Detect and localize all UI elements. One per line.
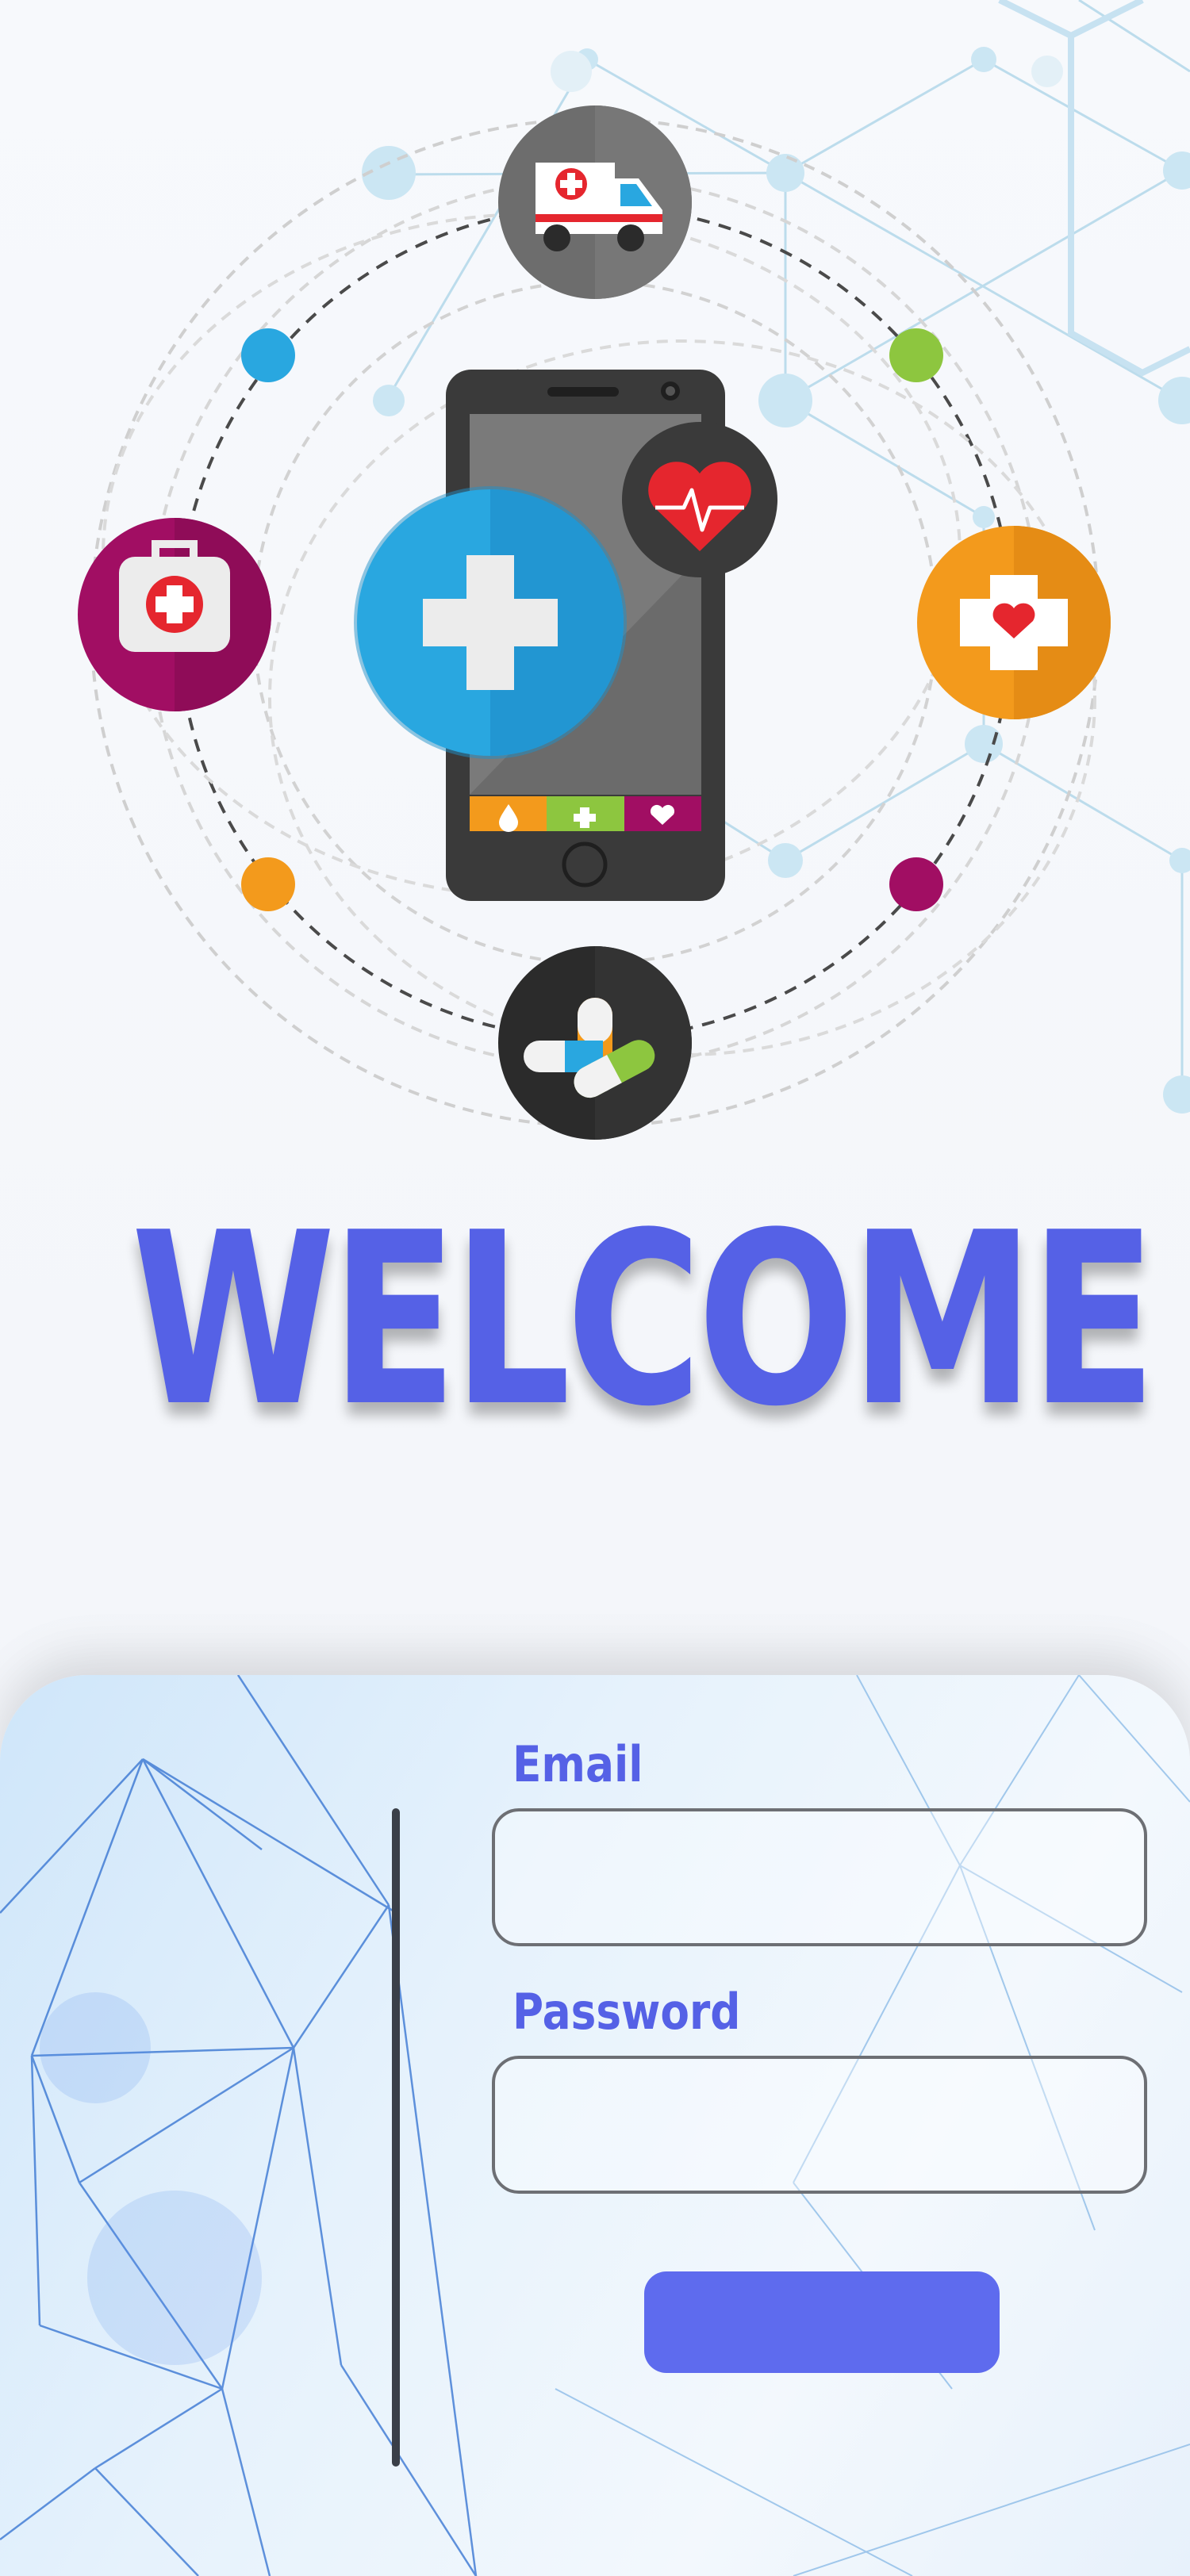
orbit-dot-blue bbox=[241, 328, 295, 382]
medical-cross-heart-icon bbox=[917, 526, 1111, 719]
pills-icon bbox=[498, 946, 692, 1140]
password-field[interactable] bbox=[492, 2056, 1147, 2194]
email-field[interactable] bbox=[492, 1808, 1147, 1946]
medical-cross-icon bbox=[354, 486, 627, 759]
heartbeat-icon bbox=[622, 422, 777, 577]
orbit-dot-green bbox=[889, 328, 943, 382]
vertical-divider bbox=[392, 1808, 400, 2467]
email-label: Email bbox=[512, 1735, 643, 1793]
ambulance-icon bbox=[498, 105, 692, 299]
password-label: Password bbox=[512, 1983, 741, 2041]
login-card: Email Password bbox=[0, 1675, 1190, 2576]
first-aid-kit-icon bbox=[78, 518, 271, 711]
orbit-dot-orange bbox=[241, 857, 295, 911]
background-hexagon bbox=[998, 0, 1190, 377]
welcome-heading: WELCOME bbox=[131, 1182, 1157, 1459]
medical-hero-illustration bbox=[78, 0, 1190, 1140]
orbit-dot-magenta bbox=[889, 857, 943, 911]
login-button[interactable] bbox=[644, 2271, 1000, 2373]
